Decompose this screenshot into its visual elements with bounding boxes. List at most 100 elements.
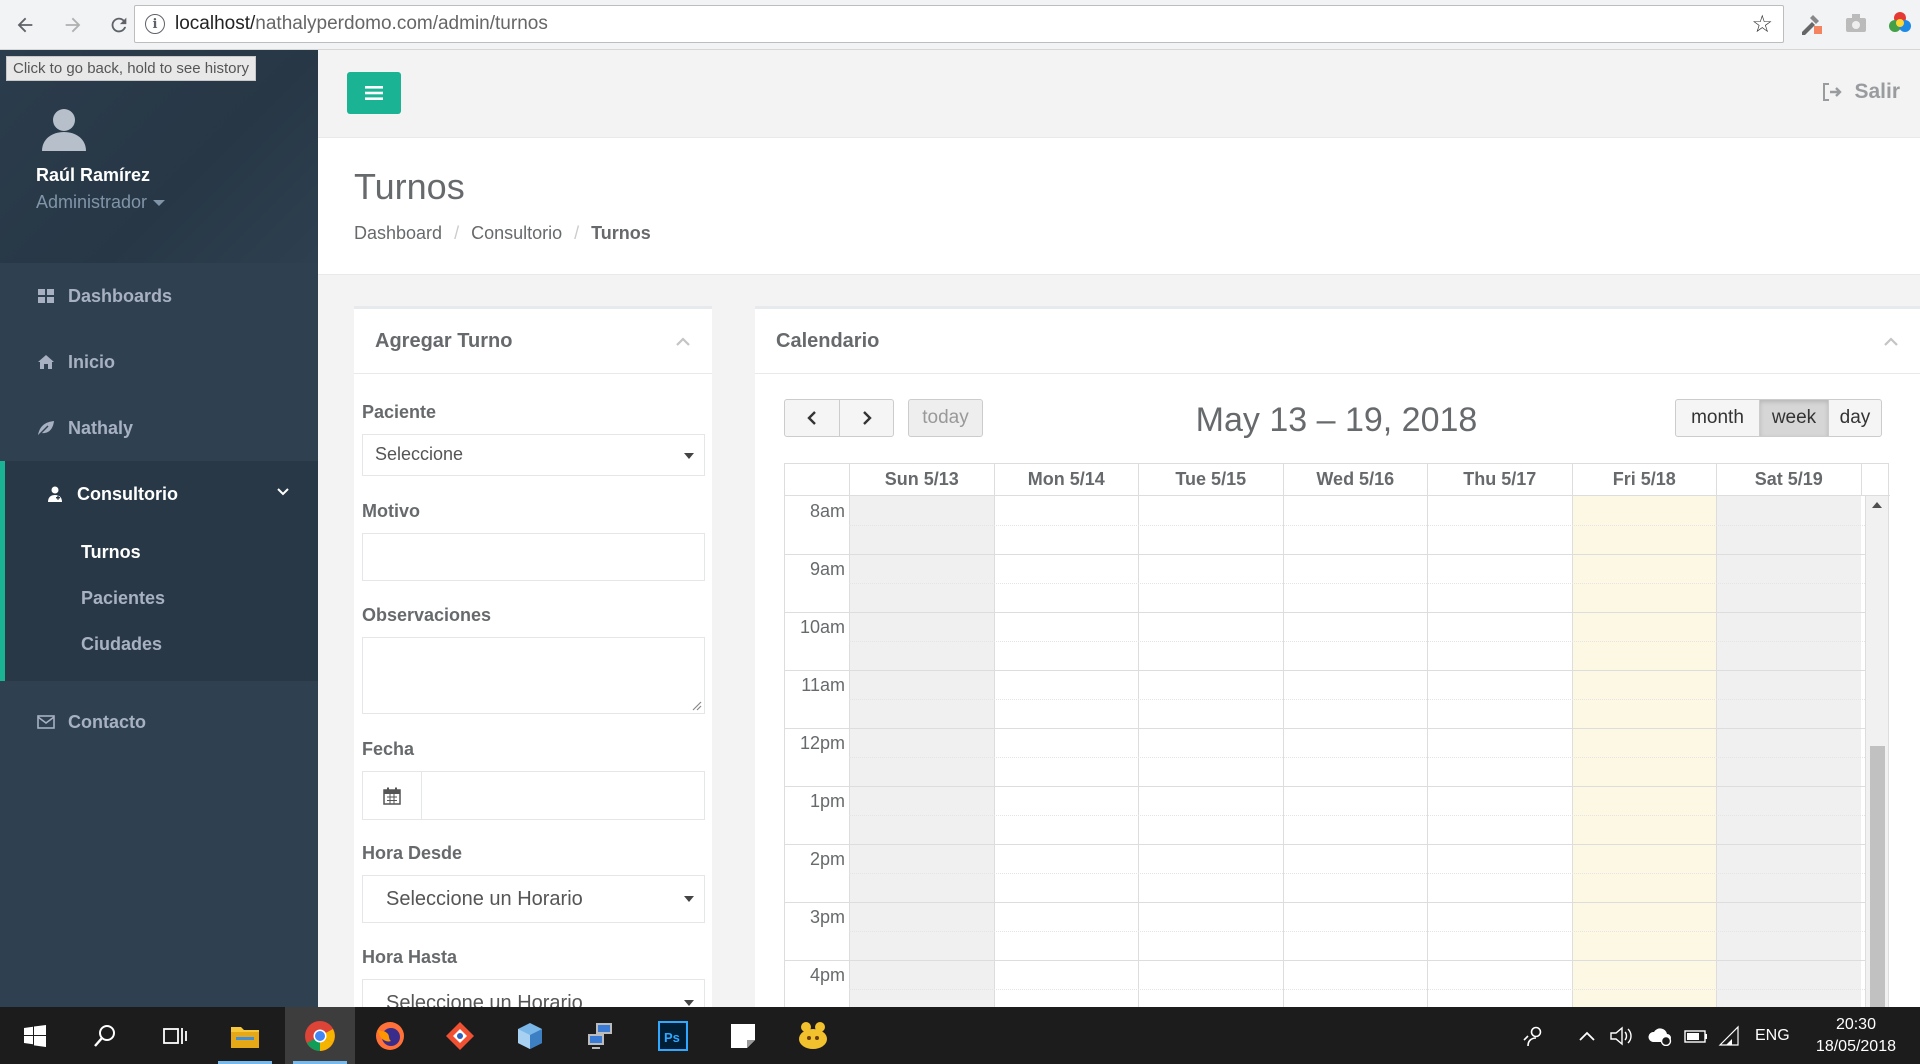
envelope-icon	[36, 712, 56, 732]
submenu-item-pacientes[interactable]: Pacientes	[5, 575, 318, 621]
hora-desde-select[interactable]: Seleccione un Horario	[362, 875, 705, 923]
reload-icon[interactable]	[102, 8, 136, 42]
sidebar: Raúl Ramírez Administrador Dashboards In…	[0, 50, 318, 1007]
view-month-button[interactable]: month	[1675, 399, 1760, 437]
time-axis-header	[785, 464, 849, 495]
address-bar[interactable]: i localhost/nathalyperdomo.com/admin/tur…	[134, 5, 1784, 43]
network-computers-icon[interactable]	[565, 1007, 635, 1064]
sidebar-item-contacto[interactable]: Contacto	[0, 689, 318, 755]
hour-line	[785, 786, 1867, 787]
calendar-scrollbar[interactable]	[1865, 496, 1888, 1007]
half-hour-line	[849, 641, 1867, 642]
chevron-right-icon	[862, 411, 872, 425]
chevron-left-icon	[807, 411, 816, 425]
onedrive-sync-icon[interactable]	[1647, 1007, 1673, 1064]
half-hour-line	[849, 583, 1867, 584]
sidebar-item-inicio[interactable]: Inicio	[0, 329, 318, 395]
top-navbar: Salir	[318, 50, 1920, 138]
system-clock[interactable]: 20:30 18/05/2018	[1816, 1014, 1896, 1058]
time-slot-label: 12pm	[799, 733, 845, 753]
time-slot-label: 11am	[801, 675, 845, 695]
half-hour-line	[849, 989, 1867, 990]
sidebar-item-label: Dashboards	[68, 285, 173, 306]
resize-handle-icon[interactable]	[690, 699, 702, 711]
sidebar-item-nathaly[interactable]: Nathaly	[0, 395, 318, 461]
volume-icon[interactable]	[1609, 1007, 1633, 1064]
paint-app-icon[interactable]	[778, 1007, 848, 1064]
half-hour-line	[849, 815, 1867, 816]
bookmark-star-icon[interactable]: ☆	[1751, 10, 1773, 39]
scroll-up-arrow-icon[interactable]	[1872, 502, 1882, 508]
motivo-input[interactable]	[362, 533, 705, 581]
observaciones-label: Observaciones	[362, 605, 492, 625]
time-slot-label: 4pm	[809, 965, 845, 985]
back-arrow-icon[interactable]	[8, 8, 42, 42]
day-header-row: Sun 5/13 Mon 5/14 Tue 5/15 Wed 5/16 Thu 5/17…	[785, 464, 1890, 496]
calendar-icon[interactable]	[363, 772, 422, 819]
paciente-select[interactable]: Seleccione	[362, 434, 705, 476]
scrollbar-thumb[interactable]	[1870, 746, 1885, 1007]
next-week-button[interactable]	[839, 399, 894, 437]
hora-hasta-label: Hora Hasta	[362, 947, 458, 967]
week-agenda: Sun 5/13 Mon 5/14 Tue 5/15 Wed 5/16 Thu 5/17…	[784, 463, 1890, 1007]
sidebar-item-label: Contacto	[68, 711, 146, 732]
sticky-notes-icon[interactable]	[708, 1007, 778, 1064]
clock-time: 20:30	[1835, 1016, 1876, 1033]
profile-name: Raúl Ramírez	[36, 165, 151, 185]
panel-title: Calendario	[776, 330, 880, 352]
chevron-up-icon[interactable]	[674, 335, 692, 349]
view-week-button[interactable]: week	[1759, 399, 1829, 437]
breadcrumb-dashboard[interactable]: Dashboard	[354, 223, 442, 244]
breadcrumb-consultorio[interactable]: Consultorio	[471, 223, 562, 244]
view-day-button[interactable]: day	[1828, 399, 1882, 437]
today-button[interactable]: today	[908, 399, 983, 437]
user-md-icon	[45, 484, 65, 504]
breadcrumb-turnos: Turnos	[591, 223, 651, 243]
photoshop-icon[interactable]: Ps	[638, 1007, 708, 1064]
sidebar-item-dashboards[interactable]: Dashboards	[0, 263, 318, 329]
virtualbox-icon[interactable]	[495, 1007, 565, 1064]
battery-icon[interactable]	[1683, 1007, 1709, 1064]
firefox-icon[interactable]	[355, 1007, 425, 1064]
chevron-up-icon[interactable]	[1882, 335, 1900, 349]
motivo-label: Motivo	[362, 501, 420, 521]
chrome-icon[interactable]	[285, 1007, 355, 1064]
prev-week-button[interactable]	[784, 399, 840, 437]
eyedropper-extension-icon[interactable]	[1798, 10, 1824, 36]
people-icon[interactable]	[1522, 1007, 1546, 1064]
grid-icon	[36, 286, 56, 306]
day-column-header: Wed 5/16	[1282, 464, 1428, 495]
calendar-panel: Calendario May 13 – 19, 2018 today month…	[755, 306, 1920, 1007]
panel-title: Agregar Turno	[375, 330, 513, 352]
forward-arrow-icon[interactable]	[56, 8, 90, 42]
half-hour-line	[849, 757, 1867, 758]
camera-extension-icon[interactable]	[1843, 10, 1869, 36]
file-explorer-icon[interactable]	[210, 1007, 280, 1064]
submenu-item-turnos[interactable]: Turnos	[5, 529, 318, 575]
select-arrow-icon	[684, 1000, 694, 1006]
sourcetree-icon[interactable]	[425, 1007, 495, 1064]
menu-toggle-button[interactable]	[347, 72, 401, 114]
chevron-up-tray-icon[interactable]	[1578, 1007, 1596, 1064]
color-wheel-extension-icon[interactable]	[1887, 10, 1913, 36]
wifi-icon[interactable]	[1718, 1007, 1742, 1064]
calendar-toolbar: May 13 – 19, 2018 today month week day	[784, 399, 1889, 439]
time-slot-label: 9am	[809, 559, 845, 579]
sidebar-item-consultorio[interactable]: Consultorio	[0, 461, 318, 527]
panel-header: Agregar Turno	[354, 309, 712, 374]
windows-start-icon[interactable]	[0, 1007, 70, 1064]
logout-link[interactable]: Salir	[1822, 80, 1900, 104]
info-icon[interactable]: i	[145, 14, 165, 34]
search-icon[interactable]	[70, 1007, 140, 1064]
language-indicator[interactable]: ENG	[1755, 1007, 1790, 1064]
time-grid[interactable]: 8am 9am 10am 11am 12pm 1pm 2pm 3pm 4pm	[785, 496, 1867, 1007]
fecha-input-group[interactable]	[362, 771, 705, 820]
day-column-header: Fri 5/18	[1571, 464, 1717, 495]
sidebar-item-label: Nathaly	[68, 417, 134, 438]
half-hour-line	[849, 699, 1867, 700]
submenu-item-ciudades[interactable]: Ciudades	[5, 621, 318, 667]
home-icon	[36, 352, 56, 372]
profile-role-dropdown[interactable]: Administrador	[36, 192, 166, 213]
observaciones-textarea[interactable]	[362, 637, 705, 714]
task-view-icon[interactable]	[140, 1007, 210, 1064]
